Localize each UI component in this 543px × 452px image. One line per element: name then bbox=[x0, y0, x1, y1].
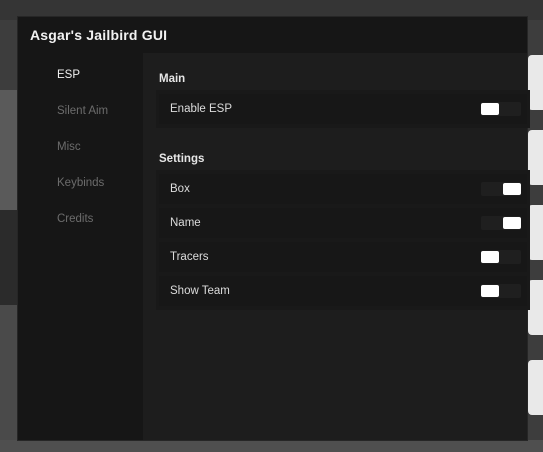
background-card bbox=[528, 55, 543, 110]
enable-esp-toggle[interactable] bbox=[481, 102, 521, 116]
option-label: Show Team bbox=[170, 285, 230, 297]
sidebar-item-keybinds[interactable]: Keybinds bbox=[18, 177, 143, 214]
gui-window: Asgar's Jailbird GUI ESP Silent Aim Misc… bbox=[17, 16, 530, 441]
background-card bbox=[528, 130, 543, 185]
section-title-settings: Settings bbox=[159, 153, 205, 165]
box-toggle[interactable] bbox=[481, 182, 521, 196]
option-box: Box bbox=[159, 174, 527, 204]
toggle-knob bbox=[481, 285, 499, 297]
sidebar-item-silent-aim[interactable]: Silent Aim bbox=[18, 105, 143, 142]
background-ground bbox=[0, 440, 543, 452]
tracers-toggle[interactable] bbox=[481, 250, 521, 264]
toggle-knob bbox=[481, 103, 499, 115]
content-panel: Main Enable ESP Settings Box Name Tracer… bbox=[143, 53, 530, 440]
sidebar-item-esp[interactable]: ESP bbox=[18, 69, 143, 106]
toggle-knob bbox=[481, 251, 499, 263]
show-team-toggle[interactable] bbox=[481, 284, 521, 298]
settings-section: Settings Box Name Tracers Show Team bbox=[156, 153, 530, 310]
option-show-team: Show Team bbox=[159, 276, 527, 306]
section-title-main: Main bbox=[159, 73, 186, 85]
background-card bbox=[528, 280, 543, 335]
section-box-settings: Box Name Tracers Show Team bbox=[156, 170, 530, 310]
name-toggle[interactable] bbox=[481, 216, 521, 230]
option-enable-esp: Enable ESP bbox=[159, 94, 527, 124]
toggle-knob bbox=[503, 183, 521, 195]
option-label: Box bbox=[170, 183, 190, 195]
option-label: Name bbox=[170, 217, 201, 229]
background-card bbox=[528, 360, 543, 415]
window-title: Asgar's Jailbird GUI bbox=[30, 27, 168, 43]
main-section: Main Enable ESP bbox=[156, 73, 530, 128]
sidebar-item-misc[interactable]: Misc bbox=[18, 141, 143, 178]
background-card bbox=[528, 205, 543, 260]
toggle-knob bbox=[503, 217, 521, 229]
option-label: Enable ESP bbox=[170, 103, 233, 115]
option-label: Tracers bbox=[170, 251, 209, 263]
section-box-main: Enable ESP bbox=[156, 90, 530, 128]
option-name: Name bbox=[159, 208, 527, 238]
sidebar: ESP Silent Aim Misc Keybinds Credits bbox=[18, 53, 143, 440]
title-bar[interactable]: Asgar's Jailbird GUI bbox=[18, 17, 527, 53]
option-tracers: Tracers bbox=[159, 242, 527, 272]
sidebar-item-credits[interactable]: Credits bbox=[18, 213, 143, 250]
